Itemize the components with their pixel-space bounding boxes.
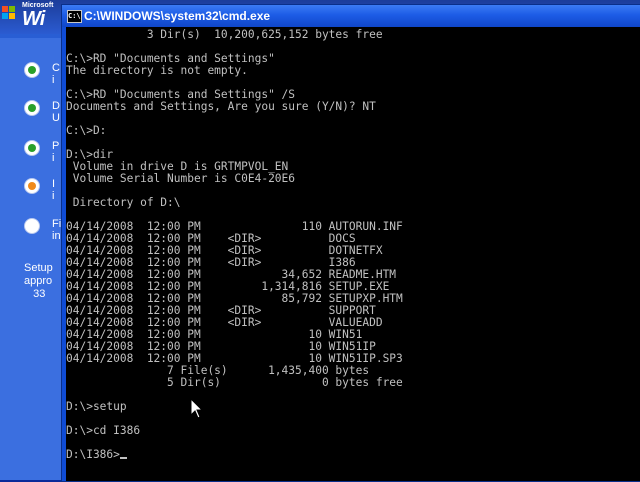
windows-flag-icon: [2, 6, 16, 20]
step-status-icon: [24, 218, 40, 234]
brand-large-text: Wi: [22, 8, 45, 30]
step-label: C i: [52, 62, 60, 86]
step-status-icon: [24, 178, 40, 194]
step-status-icon: [24, 62, 40, 78]
cmd-window[interactable]: C:\ C:\WINDOWS\system32\cmd.exe 3 Dir(s)…: [61, 4, 640, 482]
text-cursor: [119, 457, 127, 459]
step-status-icon: [24, 140, 40, 156]
console-icon[interactable]: C:\: [67, 10, 82, 23]
step-label: D U: [52, 100, 60, 124]
cmd-titlebar[interactable]: C:\ C:\WINDOWS\system32\cmd.exe: [62, 5, 640, 27]
setup-time-note: Setup appro 33: [24, 262, 53, 300]
step-status-icon: [24, 100, 40, 116]
step-label: I i: [52, 178, 56, 202]
mouse-pointer-icon: [190, 398, 204, 419]
current-prompt: D:\I386>: [66, 448, 120, 461]
window-title: C:\WINDOWS\system32\cmd.exe: [84, 9, 271, 23]
console-area[interactable]: 3 Dir(s) 10,200,625,152 bytes free C:\>R…: [66, 27, 640, 481]
console-output: 3 Dir(s) 10,200,625,152 bytes free C:\>R…: [66, 29, 403, 461]
step-label: P i: [52, 140, 60, 164]
console-history: 3 Dir(s) 10,200,625,152 bytes free C:\>R…: [66, 28, 403, 437]
step-label: Fi in: [52, 218, 62, 242]
